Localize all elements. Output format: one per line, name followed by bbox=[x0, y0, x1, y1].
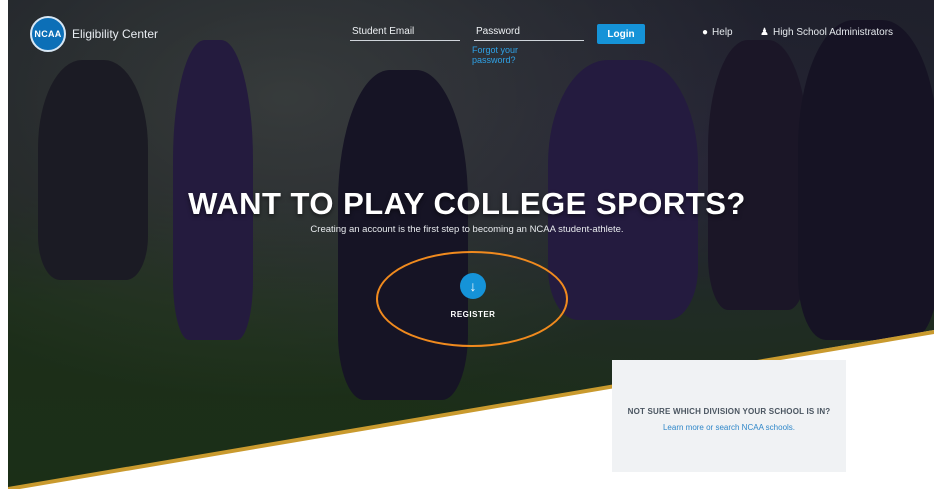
email-field[interactable] bbox=[350, 40, 460, 41]
help-icon: ● bbox=[702, 27, 709, 38]
forgot-password-link[interactable]: Forgot your password? bbox=[472, 45, 552, 65]
hero-headline: WANT TO PLAY COLLEGE SPORTS? bbox=[188, 186, 746, 221]
help-label: Help bbox=[712, 27, 733, 38]
hero-subline: Creating an account is the first step to… bbox=[310, 224, 624, 235]
password-field-label[interactable]: Password bbox=[476, 26, 520, 37]
ncaa-logo[interactable]: NCAA bbox=[30, 16, 66, 52]
search-schools-link[interactable]: Learn more or search NCAA schools. bbox=[626, 423, 832, 432]
high-school-admin-label: High School Administrators bbox=[772, 27, 894, 38]
login-button[interactable]: Login bbox=[597, 24, 645, 44]
page: NCAA Eligibility Center Student Email Pa… bbox=[0, 0, 934, 489]
help-link[interactable]: ● Help bbox=[702, 27, 733, 38]
brand-name: Eligibility Center bbox=[72, 27, 159, 41]
division-info-card: NOT SURE WHICH DIVISION YOUR SCHOOL IS I… bbox=[612, 360, 846, 472]
user-icon: ♟ bbox=[760, 27, 769, 38]
register-highlight-circle bbox=[376, 251, 568, 347]
email-field-label[interactable]: Student Email bbox=[352, 26, 414, 37]
division-info-title: NOT SURE WHICH DIVISION YOUR SCHOOL IS I… bbox=[627, 407, 831, 416]
password-field[interactable] bbox=[474, 40, 584, 41]
top-nav: NCAA Eligibility Center Student Email Pa… bbox=[0, 0, 934, 65]
high-school-admin-link[interactable]: ♟ High School Administrators bbox=[760, 27, 893, 38]
